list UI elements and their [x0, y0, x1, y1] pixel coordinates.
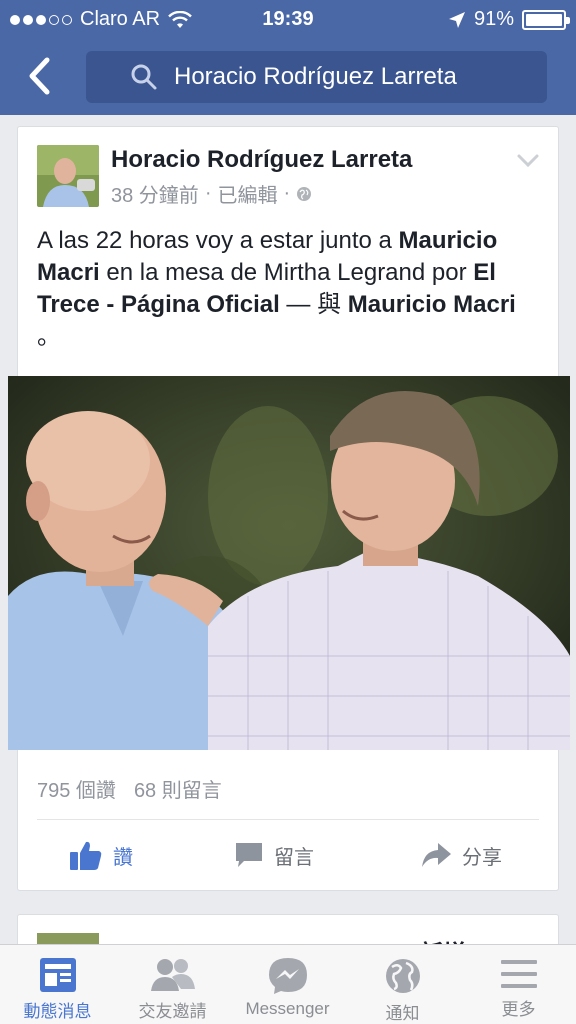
tagged-link[interactable]: Mauricio Macri: [348, 291, 516, 318]
post-photo[interactable]: [8, 376, 570, 750]
tab-messenger[interactable]: Messenger: [230, 945, 345, 1024]
battery-icon: [522, 9, 570, 30]
separator-dot: ·: [204, 182, 212, 204]
like-label: 讚: [113, 846, 133, 869]
tab-friend-requests[interactable]: 交友邀請: [115, 945, 230, 1024]
post-text-segment: A las 22 horas voy a estar junto a: [37, 227, 399, 254]
menu-icon: [500, 960, 537, 988]
like-count[interactable]: 795 個讚: [37, 780, 116, 802]
post-time[interactable]: 38 分鐘前: [111, 179, 199, 208]
comment-button[interactable]: 留言: [234, 827, 314, 883]
share-label: 分享: [462, 846, 502, 869]
friend-requests-icon: [150, 959, 195, 991]
edited-label[interactable]: 已編輯: [217, 179, 277, 208]
tab-label: 更多: [501, 1000, 536, 1019]
post-card: Horacio Rodríguez Larreta 38 分鐘前 · 已編輯 ·…: [8, 126, 570, 891]
messenger-icon: [268, 958, 307, 994]
globe-privacy-icon: [297, 186, 312, 201]
tab-news-feed[interactable]: 動態消息: [0, 945, 115, 1024]
post-actions: 讚 留言 分享: [18, 827, 560, 883]
tab-bar: 動態消息 交友邀請 Messenger 通知 更多: [0, 944, 576, 1024]
post-author[interactable]: Horacio Rodríguez Larreta: [111, 146, 412, 174]
post-text-segment: — 與: [279, 291, 348, 318]
status-bar: Claro AR 19:39 91%: [0, 0, 576, 38]
tab-notifications[interactable]: 通知: [345, 945, 460, 1024]
post-meta: 38 分鐘前 · 已編輯 ·: [111, 179, 312, 208]
chevron-left-icon: [29, 57, 50, 95]
post-counts[interactable]: 795 個讚 68 則留言: [37, 774, 222, 803]
comment-icon: [236, 843, 262, 867]
search-input[interactable]: Horacio Rodríguez Larreta: [86, 51, 547, 103]
tab-label: Messenger: [245, 999, 330, 1018]
location-arrow-icon: [448, 11, 465, 28]
comment-count[interactable]: 68 則留言: [134, 780, 222, 802]
thumbs-up-icon: [70, 841, 102, 870]
divider: [37, 819, 539, 820]
avatar[interactable]: [37, 145, 99, 207]
share-arrow-icon: [422, 843, 451, 867]
search-query: Horacio Rodríguez Larreta: [174, 63, 457, 90]
like-button[interactable]: 讚: [69, 827, 133, 883]
tab-label: 動態消息: [23, 1002, 92, 1021]
chevron-down-icon[interactable]: [516, 153, 540, 169]
share-button[interactable]: 分享: [420, 827, 502, 883]
battery-percent: 91%: [473, 8, 514, 30]
post-text-segment: 。: [37, 323, 61, 350]
tab-label: 交友邀請: [138, 1002, 207, 1021]
tab-more[interactable]: 更多: [461, 945, 576, 1024]
globe-icon: [385, 959, 420, 993]
top-bar: Claro AR 19:39 91% Horacio Rodríguez Lar…: [0, 0, 576, 115]
comment-label: 留言: [274, 846, 314, 869]
search-icon: [131, 64, 157, 90]
back-button[interactable]: [22, 56, 58, 96]
news-feed-icon: [39, 958, 76, 992]
post-text-segment: en la mesa de Mirtha Legrand por: [99, 259, 474, 286]
separator-dot: ·: [283, 182, 291, 204]
tab-label: 通知: [385, 1004, 420, 1023]
post-text: A las 22 horas voy a estar junto a Mauri…: [37, 225, 537, 353]
